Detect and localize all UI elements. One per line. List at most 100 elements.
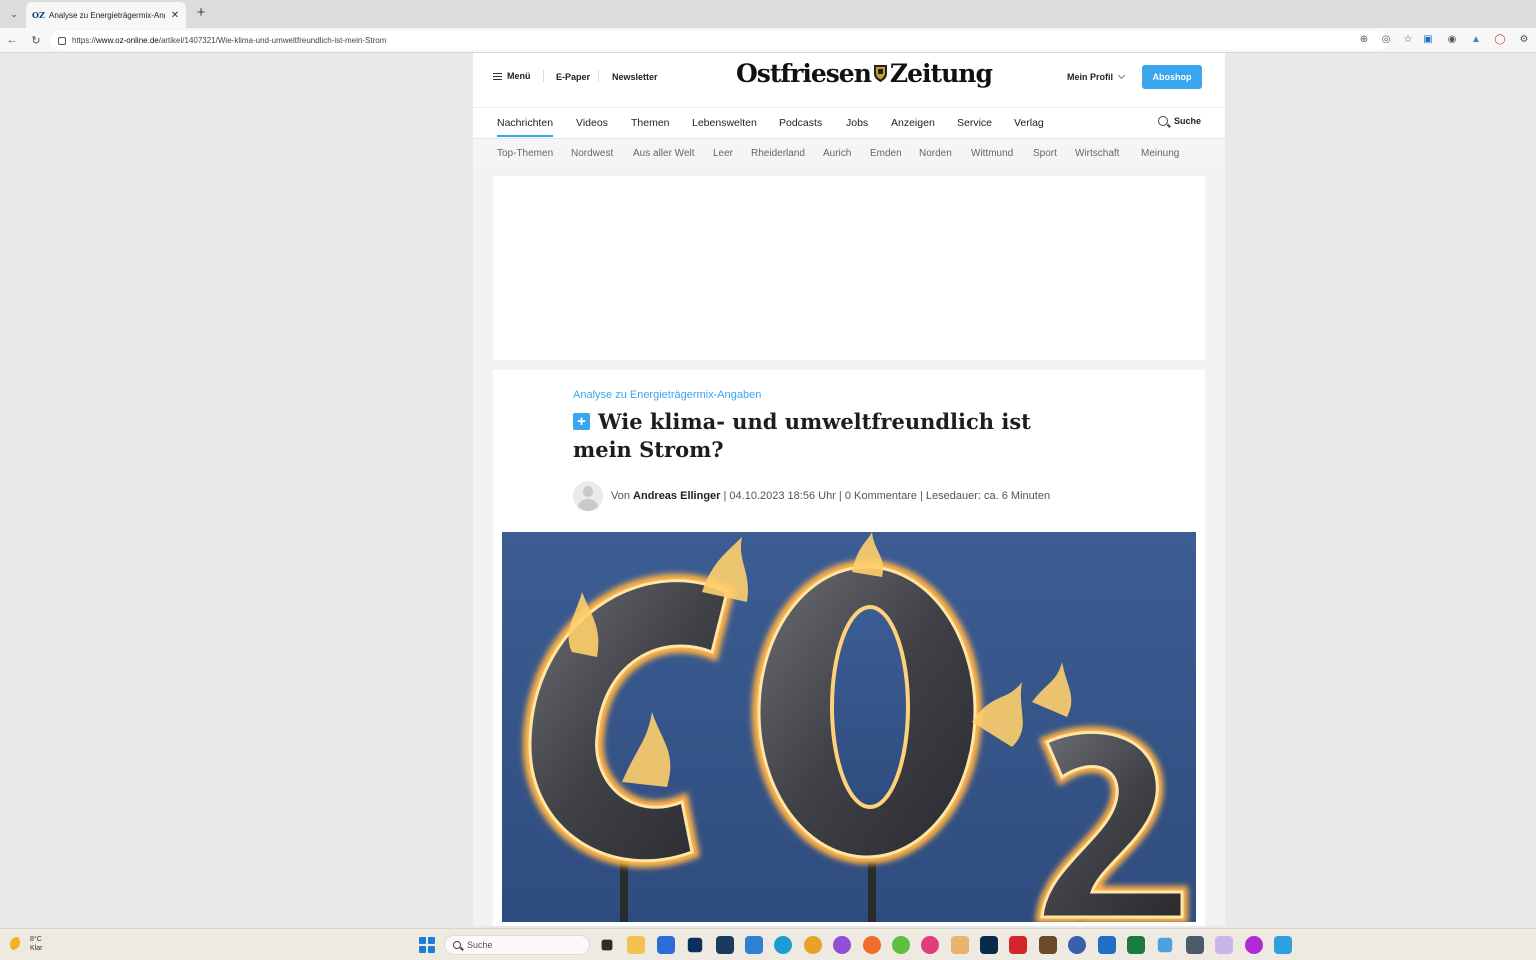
store-icon[interactable] — [656, 936, 675, 954]
temperature: 8°C — [30, 936, 42, 943]
aboshop-button[interactable]: Aboshop — [1142, 65, 1202, 89]
weather-condition: Klar — [30, 945, 43, 952]
hamburger-icon — [493, 72, 502, 80]
camera-icon[interactable]: ◉ — [1446, 33, 1458, 45]
settings-icon[interactable]: ⚙ — [1518, 33, 1530, 45]
acrobat-icon[interactable] — [1009, 936, 1028, 954]
excel-icon[interactable] — [1127, 936, 1146, 954]
extension-icon[interactable]: ▲ — [1470, 33, 1482, 45]
nav-item-lebenswelten[interactable]: Lebenswelten — [692, 117, 757, 129]
app-icon[interactable] — [891, 936, 910, 954]
crest-icon — [873, 65, 887, 82]
article: Analyse zu Energieträgermix-Angaben + Wie… — [493, 370, 1205, 926]
tab-list-icon[interactable]: ⌄ — [4, 4, 24, 24]
app-icon[interactable] — [1068, 936, 1087, 954]
star-icon[interactable]: ☆ — [1402, 33, 1414, 45]
app-icon[interactable] — [921, 936, 940, 954]
subnav-item-meinung[interactable]: Meinung — [1141, 148, 1179, 159]
subnav-item-sport[interactable]: Sport — [1033, 148, 1057, 159]
nav-item-themen[interactable]: Themen — [631, 117, 670, 129]
epaper-link[interactable]: E-Paper — [556, 72, 590, 82]
menu-label: Menü — [507, 71, 531, 81]
nav-item-podcasts[interactable]: Podcasts — [779, 117, 822, 129]
app-icon[interactable] — [833, 936, 852, 954]
nav-item-service[interactable]: Service — [957, 117, 992, 129]
subnav-item-rheiderland[interactable]: Rheiderland — [751, 148, 805, 159]
site-container: Menü E-Paper Newsletter Ostfriesen Zeitu… — [473, 53, 1225, 926]
app-icon[interactable] — [1273, 936, 1292, 954]
subnav-item-wittmund[interactable]: Wittmund — [971, 148, 1013, 159]
outlook-icon[interactable] — [1097, 936, 1116, 954]
taskbar: 8°C Klar Suche — [0, 928, 1536, 960]
search-label: Suche — [1173, 116, 1201, 126]
app-icon[interactable] — [950, 936, 969, 954]
back-icon[interactable]: ← — [4, 32, 20, 48]
mail-icon[interactable] — [744, 936, 763, 954]
plus-icon[interactable]: + — [192, 4, 210, 22]
calculator-icon[interactable] — [1185, 936, 1204, 954]
newsletter-link[interactable]: Newsletter — [612, 72, 658, 82]
search-button[interactable]: Suche — [1157, 116, 1201, 126]
address-bar[interactable]: https://www.oz-online.de/artikel/1407321… — [50, 31, 1388, 50]
app-icon[interactable] — [715, 936, 734, 954]
nav-item-jobs[interactable]: Jobs — [846, 117, 868, 129]
chrome-icon[interactable] — [803, 936, 822, 954]
search-icon — [1157, 116, 1168, 126]
weather-text: 8°C Klar — [30, 935, 42, 953]
extension-icons: ▣ ◉ ▲ ◯ ⚙ — [1422, 33, 1530, 45]
screenshot-icon[interactable]: ▣ — [1422, 33, 1434, 45]
avatar — [573, 481, 603, 511]
folder-icon[interactable] — [627, 936, 646, 954]
app-icon[interactable] — [1158, 937, 1173, 953]
subnav-item-nordwest[interactable]: Nordwest — [571, 148, 613, 159]
browser-toolbar: ← ↻ https://www.oz-online.de/artikel/140… — [0, 28, 1536, 53]
dropbox-icon[interactable] — [687, 937, 703, 953]
subnav-item-aurich[interactable]: Aurich — [823, 148, 851, 159]
site-logo[interactable]: Ostfriesen Zeitung — [736, 59, 993, 88]
subnav-item-norden[interactable]: Norden — [919, 148, 952, 159]
photoshop-icon[interactable] — [980, 936, 999, 954]
hero-photo — [502, 532, 1196, 922]
hero-image[interactable] — [502, 532, 1196, 922]
reload-icon[interactable]: ↻ — [28, 32, 44, 48]
sub-nav: Top-Themen Nordwest Aus aller Welt Leer … — [473, 138, 1225, 167]
firefox-icon[interactable] — [862, 936, 881, 954]
article-meta: | 04.10.2023 18:56 Uhr | 0 Kommentare | … — [723, 490, 1051, 502]
taskbar-search-placeholder: Suche — [467, 940, 493, 950]
profile-menu[interactable]: Mein Profil — [1067, 71, 1126, 82]
divider — [598, 70, 599, 82]
nav-item-videos[interactable]: Videos — [576, 117, 608, 129]
tab-title: Analyse zu Energieträgermix-Angaben — [49, 10, 165, 20]
windows-start-icon[interactable] — [419, 937, 435, 953]
nav-item-verlag[interactable]: Verlag — [1014, 117, 1044, 129]
app-icon[interactable] — [1215, 936, 1234, 954]
subnav-item-top-themen[interactable]: Top-Themen — [497, 148, 553, 159]
edge-icon[interactable] — [774, 936, 793, 954]
close-icon[interactable]: ✕ — [170, 10, 180, 21]
lock-icon[interactable] — [58, 36, 66, 45]
chevron-down-icon — [1117, 71, 1126, 80]
app-icon[interactable] — [1244, 936, 1263, 954]
headline-text: Wie klima- und umweltfreundlich ist mein… — [573, 409, 1031, 462]
subnav-item-aus-aller-welt[interactable]: Aus aller Welt — [633, 148, 695, 159]
article-headline: + Wie klima- und umweltfreundlich ist mei… — [573, 408, 1043, 464]
search-icon — [453, 941, 461, 949]
subnav-item-leer[interactable]: Leer — [713, 148, 733, 159]
shield-icon[interactable]: ◯ — [1494, 33, 1506, 45]
ad-placeholder — [493, 176, 1205, 360]
main-nav: Nachrichten Videos Themen Lebenswelten P… — [473, 107, 1225, 138]
url-text[interactable]: https://www.oz-online.de/artikel/1407321… — [72, 36, 386, 45]
file-explorer-icon[interactable] — [601, 939, 613, 951]
subnav-item-wirtschaft[interactable]: Wirtschaft — [1075, 148, 1119, 159]
reader-icon[interactable]: ◎ — [1380, 33, 1392, 45]
nav-item-nachrichten[interactable]: Nachrichten — [497, 117, 554, 137]
nav-item-anzeigen[interactable]: Anzeigen — [891, 117, 935, 129]
app-icon[interactable] — [1038, 936, 1057, 954]
zoom-icon[interactable]: ⊕ — [1358, 33, 1370, 45]
subnav-item-emden[interactable]: Emden — [870, 148, 902, 159]
taskbar-search[interactable]: Suche — [444, 935, 590, 955]
weather-widget[interactable]: 8°C Klar — [10, 935, 42, 953]
menu-button[interactable]: Menü — [493, 71, 531, 81]
tab-active[interactable]: OZ Analyse zu Energieträgermix-Angaben ✕ — [26, 2, 186, 28]
logo-text-left: Ostfriesen — [736, 59, 872, 88]
